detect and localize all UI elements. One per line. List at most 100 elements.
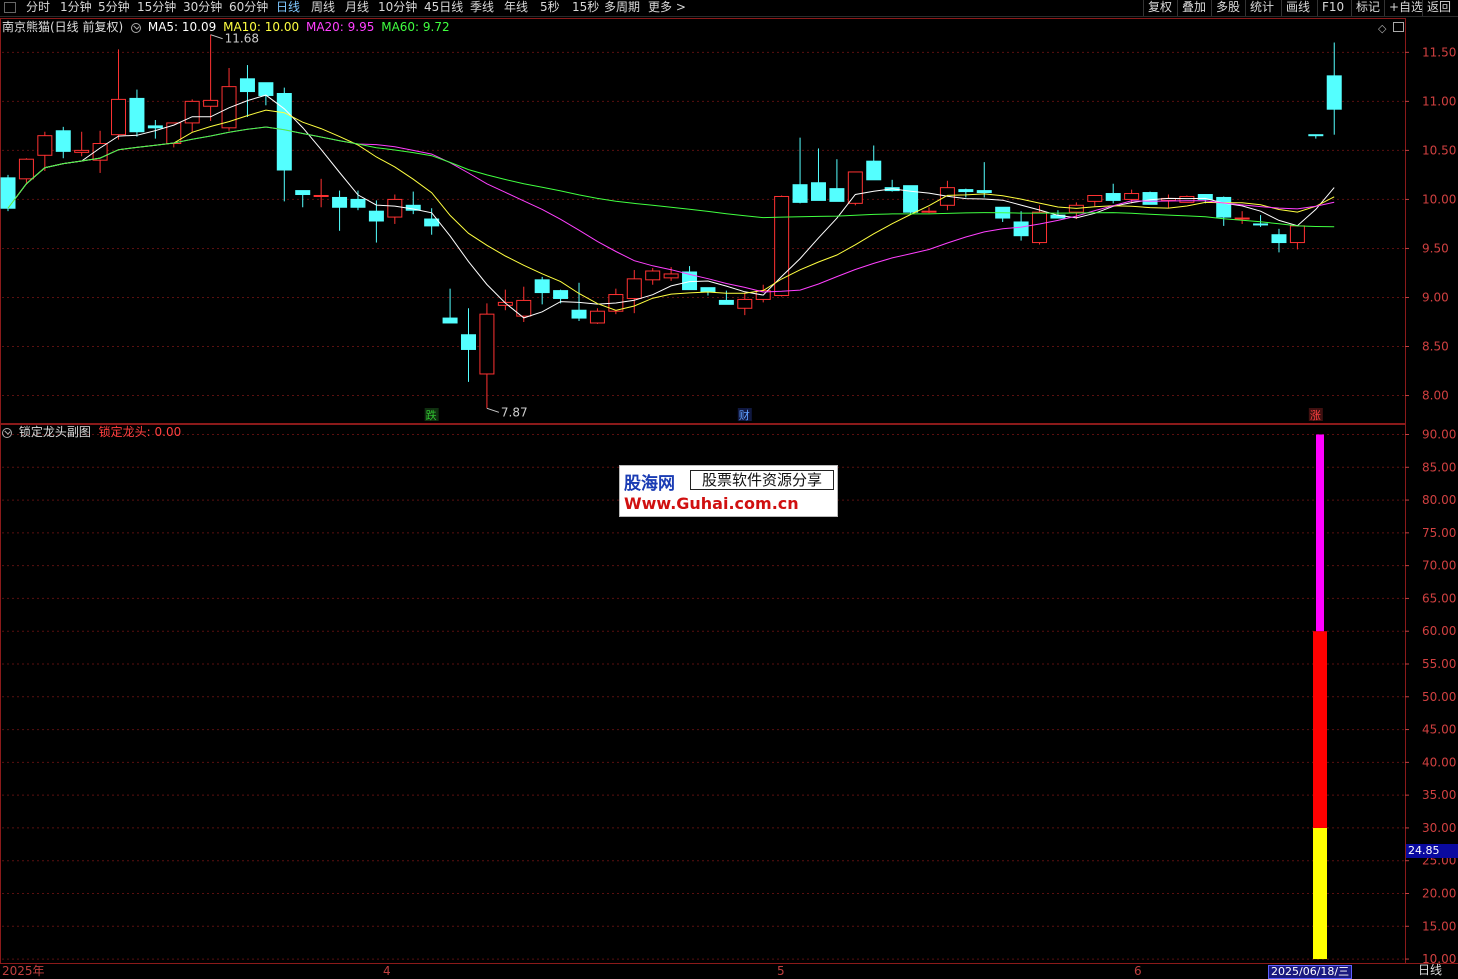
period-tag[interactable]: 日线 — [1418, 963, 1442, 979]
candle — [682, 266, 698, 291]
candle-body — [92, 143, 108, 161]
candle — [1068, 202, 1084, 220]
candle-body — [645, 270, 661, 281]
sub-chart-header: 锁定龙头副图 锁定龙头: 0.00 — [2, 425, 181, 439]
value-tick-label: 90.00 — [1422, 427, 1456, 441]
candle-body — [442, 317, 458, 324]
period-tab[interactable]: 30分钟 — [183, 0, 222, 16]
stock-title[interactable]: 南京熊猫(日线 前复权) — [2, 20, 123, 34]
candle — [1179, 195, 1195, 203]
candle-body — [1160, 197, 1176, 201]
main-chart-header: 南京熊猫(日线 前复权) MA5: 10.09 MA10: 10.00 MA20… — [2, 20, 450, 34]
chevron-down-icon[interactable] — [2, 427, 12, 438]
candle — [166, 122, 182, 148]
candle-body — [1105, 193, 1121, 201]
candle-body — [1087, 194, 1103, 202]
candle-body — [976, 190, 992, 194]
chevron-down-icon[interactable] — [131, 22, 142, 33]
candle-body — [700, 287, 716, 293]
period-tab[interactable]: 日线 — [276, 0, 300, 16]
right-menu-item[interactable]: 返回 — [1422, 0, 1455, 16]
candle — [571, 282, 587, 322]
value-tick-label: 80.00 — [1422, 493, 1456, 507]
period-tab[interactable]: 年线 — [504, 0, 528, 16]
current-value-badge: 24.85 — [1406, 844, 1458, 858]
candle — [866, 145, 882, 181]
value-tick-label: 70.00 — [1422, 559, 1456, 573]
right-menu-item[interactable]: 复权 — [1143, 0, 1176, 16]
period-tab[interactable]: 5秒 — [540, 0, 560, 16]
right-menu-item[interactable]: 叠加 — [1177, 0, 1210, 16]
panel-diamond-icon[interactable]: ◇ — [1378, 22, 1386, 35]
candle — [774, 195, 790, 297]
candle — [1271, 228, 1287, 253]
candle-body — [829, 188, 845, 202]
candle-body — [0, 177, 16, 209]
right-menu-item[interactable]: 多股 — [1211, 0, 1244, 16]
price-tick-label: 9.50 — [1422, 241, 1449, 255]
candle-body — [295, 190, 311, 196]
right-menu-item[interactable]: 标记 — [1351, 0, 1384, 16]
candle-body — [682, 271, 698, 291]
candle-body — [1142, 192, 1158, 205]
candle — [147, 119, 163, 139]
high-marker-line — [210, 34, 223, 40]
period-tab[interactable]: 周线 — [311, 0, 335, 16]
period-tab[interactable]: 1分钟 — [60, 0, 92, 16]
signal-badge-bg — [424, 408, 439, 421]
panel-maximize-icon[interactable] — [1393, 22, 1404, 32]
period-tab[interactable]: 45日线 — [424, 0, 463, 16]
period-tab[interactable]: 更多 > — [648, 0, 686, 16]
candle-body — [810, 182, 826, 201]
price-tick-label: 11.00 — [1422, 94, 1456, 108]
candle-body — [1326, 75, 1342, 110]
candle — [626, 270, 642, 314]
candle — [608, 288, 624, 315]
candle — [884, 179, 900, 192]
candle — [1087, 194, 1103, 207]
period-tab[interactable]: 15分钟 — [137, 0, 176, 16]
right-menu-item[interactable]: +自选 — [1384, 0, 1427, 16]
candle-body — [626, 278, 642, 299]
candle — [313, 178, 329, 208]
ma5-label: MA5: 10.09 — [147, 20, 217, 34]
toolbar-menu-icon[interactable] — [4, 2, 16, 13]
candle-body — [792, 184, 808, 203]
candle — [442, 288, 458, 324]
right-menu-item[interactable]: 统计 — [1245, 0, 1278, 16]
candle — [203, 34, 219, 121]
ma60-label: MA60: 9.72 — [381, 20, 450, 34]
right-menu-item[interactable]: 画线 — [1281, 0, 1314, 16]
period-tab[interactable]: 10分钟 — [378, 0, 417, 16]
candle-body — [1197, 194, 1213, 200]
period-tab[interactable]: 60分钟 — [229, 0, 268, 16]
candle-body — [847, 171, 863, 204]
date-label-may: 5 — [777, 964, 785, 978]
period-tab[interactable]: 多周期 — [604, 0, 640, 16]
candle-body — [571, 309, 587, 319]
candle — [18, 158, 34, 183]
sub-chart-title[interactable]: 锁定龙头副图 — [19, 425, 91, 439]
candle — [810, 148, 826, 201]
candle — [111, 49, 127, 140]
period-tab[interactable]: 15秒 — [572, 0, 599, 16]
period-tab[interactable]: 季线 — [470, 0, 494, 16]
candle — [995, 206, 1011, 222]
right-menu-item[interactable]: F10 — [1317, 0, 1348, 16]
period-tab[interactable]: 月线 — [345, 0, 369, 16]
candle — [74, 131, 90, 157]
ma10-line — [7, 109, 1335, 311]
date-label-apr: 4 — [383, 964, 391, 978]
candle-body — [424, 218, 440, 227]
period-tab[interactable]: 5分钟 — [98, 0, 130, 16]
period-tab[interactable]: 分时 — [26, 0, 50, 16]
candle — [958, 188, 974, 198]
candle-body — [313, 194, 329, 197]
ma10-label: MA10: 10.00 — [223, 20, 300, 34]
value-tick-label: 35.00 — [1422, 788, 1456, 802]
candle-body — [903, 185, 919, 213]
candle-body — [553, 290, 569, 299]
ma5-line — [7, 94, 1335, 319]
candle — [1326, 42, 1342, 135]
ma60-line — [7, 126, 1335, 228]
